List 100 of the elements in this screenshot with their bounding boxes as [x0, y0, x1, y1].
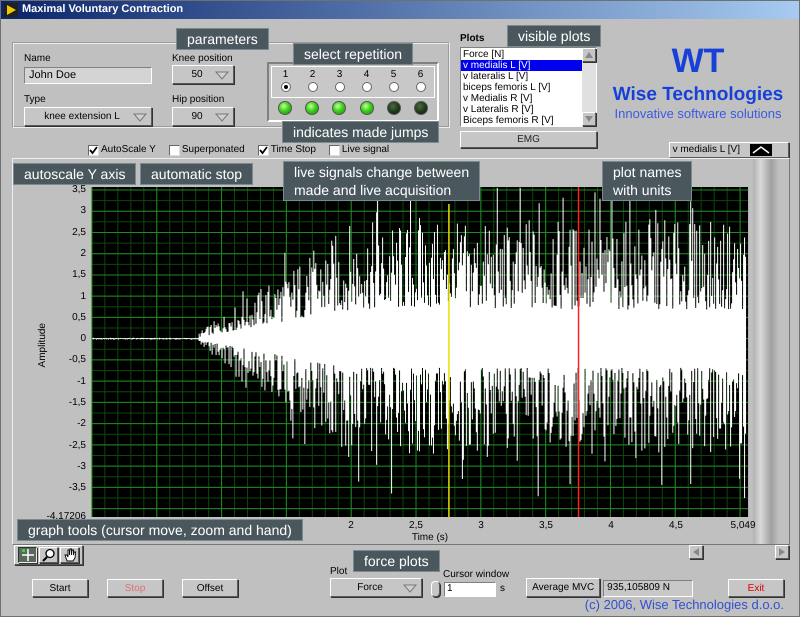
- axis-tick-label: 4,5: [669, 520, 683, 532]
- magnifier-icon: [42, 548, 56, 562]
- dropdown-value: Force: [357, 582, 383, 594]
- legend-label: v medialis L [V]: [672, 144, 740, 156]
- axis-tick-label: 0,5: [72, 312, 86, 324]
- list-label: Plots: [460, 33, 484, 45]
- dropdown-value: knee extension L: [44, 110, 120, 122]
- plots-listbox[interactable]: Force [N] v medialis L [V] v lateralis L [V] biceps femoris L [V] v Medialis R [V] v Lateralis R [V] Biceps femoris R [V]: [460, 47, 597, 127]
- plot-list-item[interactable]: Force [N]: [461, 49, 582, 60]
- field-label: Cursor window: [443, 569, 510, 581]
- cursor-line[interactable]: [578, 187, 580, 518]
- scroll-down-button[interactable]: [582, 112, 596, 126]
- scroll-up-button[interactable]: [582, 48, 596, 62]
- up-arrow-icon: [585, 52, 593, 58]
- repetition-number: 2: [310, 69, 316, 81]
- annotation-callout: force plots: [353, 550, 440, 572]
- checkmark-icon: [89, 146, 98, 154]
- copyright-text: (c) 2006, Wise Technologies d.o.o.: [584, 598, 785, 612]
- plot-list-item[interactable]: v Lateralis R [V]: [461, 104, 582, 115]
- annotation-callout: live signals change between made and live acquisition: [283, 161, 480, 201]
- axis-tick-label: 2: [348, 520, 354, 532]
- repetition-number: 1: [282, 69, 288, 81]
- plot-list-item[interactable]: Biceps femoris R [V]: [461, 115, 582, 126]
- caret-icon: [133, 113, 147, 122]
- radio-button[interactable]: [388, 82, 398, 92]
- axis-tick-label: -0,5: [68, 354, 86, 366]
- caret-icon: [403, 584, 417, 593]
- annotation-callout: autoscale Y axis: [13, 163, 136, 185]
- crosshair-icon: [20, 548, 34, 562]
- right-arrow-icon: [779, 548, 785, 556]
- axis-tick-label: -3,5: [68, 482, 86, 494]
- mvc-readout: 935,105809 N: [603, 580, 694, 597]
- axis-title: Time (s): [412, 532, 448, 544]
- app-icon: [4, 3, 18, 17]
- option-checkbox[interactable]: Live signal: [328, 144, 390, 156]
- scroll-left-button[interactable]: [689, 545, 703, 559]
- axis-tick-label: 3: [478, 520, 484, 532]
- start-button[interactable]: Start: [32, 579, 88, 597]
- axis-tick-label: 5,049: [730, 520, 756, 532]
- window-title: Maximal Voluntary Contraction: [22, 3, 184, 17]
- axis-tick-label: -1,5: [68, 397, 86, 409]
- offset-button[interactable]: Offset: [182, 579, 238, 597]
- field-label: Type: [24, 94, 47, 106]
- axis-tick-label: 3,5: [539, 520, 553, 532]
- annotation-callout: visible plots: [507, 25, 602, 47]
- option-checkbox[interactable]: Superponated: [168, 144, 245, 156]
- plot-list-item[interactable]: v Medialis R [V]: [461, 93, 582, 104]
- repetition-number: 4: [364, 69, 370, 81]
- unit-label: s: [500, 583, 505, 595]
- plot-dropdown[interactable]: Force: [330, 578, 422, 597]
- axis-tick-label: -2,5: [68, 440, 86, 452]
- annotation-callout: automatic stop: [140, 163, 254, 185]
- radio-button[interactable]: [308, 82, 318, 92]
- axis-tick-label: -2: [77, 418, 86, 430]
- name-field[interactable]: John Doe: [24, 67, 152, 84]
- caret-icon: [215, 113, 229, 122]
- axis-tick-label: 0: [80, 333, 86, 346]
- annotation-callout: plot names with units: [602, 161, 692, 201]
- cursor-window-field[interactable]: 1: [444, 582, 496, 596]
- average-mvc-button[interactable]: Average MVC: [526, 578, 600, 597]
- axis-tick-label: 3: [80, 205, 86, 218]
- plot-list-item[interactable]: v lateralis L [V]: [461, 71, 582, 82]
- scroll-right-button[interactable]: [775, 545, 789, 559]
- axis-tick-label: 4: [608, 520, 614, 532]
- plot-list-item[interactable]: biceps femoris L [V]: [461, 82, 582, 93]
- plot-legend[interactable]: v medialis L [V]: [669, 142, 789, 158]
- axis-tick-label: 2,5: [72, 226, 86, 239]
- annotation-callout: parameters: [176, 28, 269, 50]
- field-label: Name: [24, 53, 52, 65]
- repetition-number: 6: [418, 69, 424, 81]
- axis-tick-label: 2: [80, 248, 86, 260]
- dropdown-value: 50: [191, 68, 203, 80]
- spinner-control[interactable]: [431, 581, 440, 597]
- annotation-callout: select repetition: [293, 43, 414, 65]
- type-dropdown[interactable]: knee extension L: [24, 107, 152, 126]
- axis-tick-label: -1: [77, 376, 86, 388]
- checkmark-icon: [258, 146, 268, 154]
- radio-button[interactable]: [362, 82, 372, 92]
- down-arrow-icon: [585, 116, 593, 122]
- option-checkbox[interactable]: AutoScale Y: [88, 144, 156, 156]
- radio-button[interactable]: [280, 82, 290, 92]
- radio-button[interactable]: [416, 82, 426, 92]
- knee-position-dropdown[interactable]: 50: [172, 65, 234, 84]
- annotation-callout: indicates made jumps: [282, 121, 440, 143]
- hand-icon: [62, 548, 76, 562]
- repetition-number: 5: [390, 69, 396, 81]
- field-label: Plot: [330, 566, 348, 578]
- plot-list-item[interactable]: v medialis L [V]: [461, 60, 582, 71]
- axis-tick-label: 2,5: [409, 520, 423, 532]
- repetition-number: 3: [336, 69, 342, 81]
- caret-icon: [215, 71, 229, 80]
- hip-position-dropdown[interactable]: 90: [172, 107, 234, 126]
- company-tagline: Innovative software solutions: [614, 106, 782, 121]
- horizontal-scrollbar[interactable]: [689, 545, 789, 560]
- axis-tick-label: 1: [80, 290, 86, 302]
- company-name: Wise Technologies: [612, 84, 784, 106]
- emg-button[interactable]: EMG: [460, 131, 597, 148]
- option-checkbox[interactable]: Time Stop: [258, 144, 316, 156]
- radio-button[interactable]: [334, 82, 344, 92]
- graph-tool-button[interactable]: [18, 547, 37, 563]
